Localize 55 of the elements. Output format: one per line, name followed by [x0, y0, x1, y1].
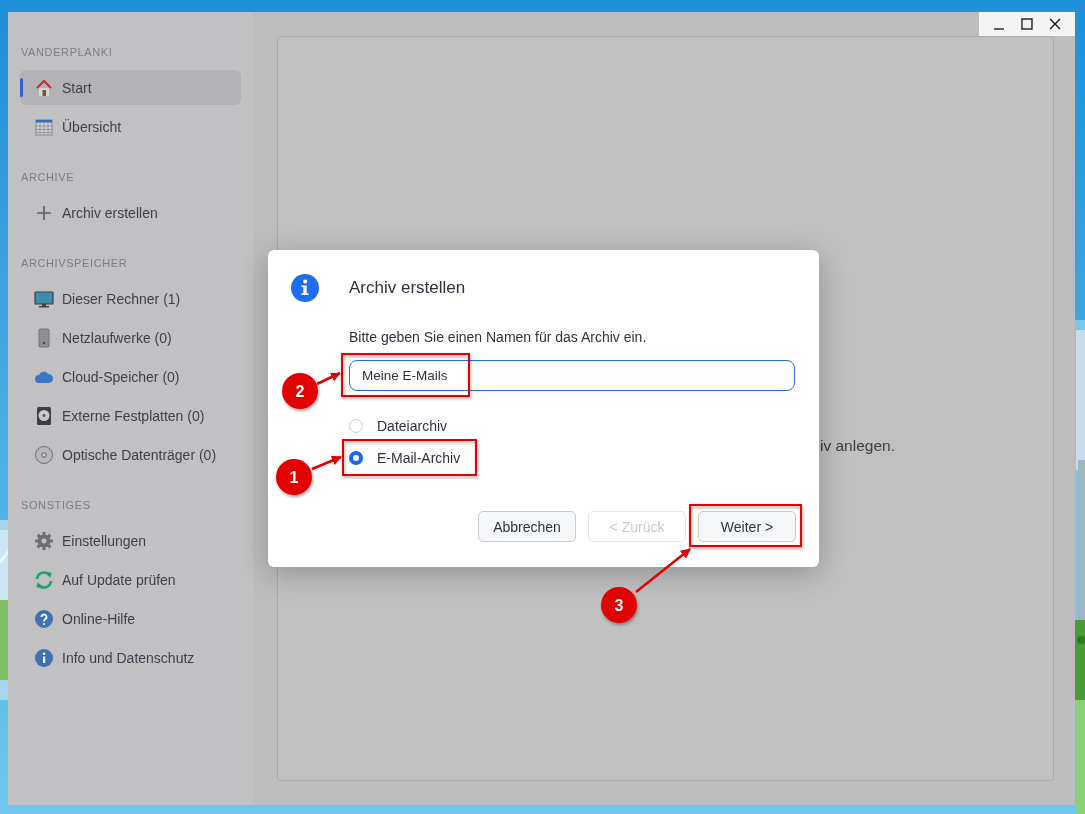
sidebar-item[interactable]: Auf Update prüfen [20, 562, 241, 597]
info-icon [291, 274, 319, 302]
sidebar-item[interactable]: Archiv erstellen [20, 195, 241, 230]
section-heading: SONSTIGES [20, 499, 92, 512]
sidebar-item[interactable]: Cloud-Speicher (0) [20, 359, 241, 394]
item-label: Archiv erstellen [62, 204, 158, 221]
close-icon [1048, 17, 1062, 31]
table-icon [34, 116, 54, 137]
sidebar-item[interactable]: Einstellungen [20, 523, 241, 558]
sidebar-item[interactable]: Dieser Rechner (1) [20, 281, 241, 316]
section-heading: ARCHIVSPEICHER [20, 257, 129, 270]
sidebar-item[interactable]: Externe Festplatten (0) [20, 398, 241, 433]
section-heading: VANDERPLANKI [20, 46, 114, 59]
maximize-icon [1020, 17, 1034, 31]
radio-button[interactable] [349, 451, 363, 465]
radio-label[interactable]: E-Mail-Archiv [377, 450, 461, 466]
item-label: Übersicht [62, 118, 122, 135]
item-label: Cloud-Speicher (0) [62, 368, 180, 385]
sidebar-item[interactable]: Optische Datenträger (0) [20, 437, 241, 472]
item-label: Netzlaufwerke (0) [62, 329, 172, 346]
dialog-title: Archiv erstellen [349, 278, 467, 298]
prompt-text: Bitte geben Sie einen Namen für das Archiv ein. [349, 329, 648, 345]
item-label: Online-Hilfe [62, 610, 136, 627]
callout-arrow [316, 371, 341, 386]
settings-icon [34, 530, 54, 551]
sidebar-item[interactable]: Übersicht [20, 109, 241, 144]
sidebar-item[interactable]: Info und Datenschutz [20, 640, 241, 675]
dialog-button[interactable]: Abbrechen [478, 511, 576, 542]
info-icon [34, 647, 54, 668]
radio-label[interactable]: Dateiarchiv [377, 418, 448, 434]
sidebar-item[interactable]: Netzlaufwerke (0) [20, 320, 241, 355]
callout-arrow [311, 455, 342, 471]
step-badge: 3 [601, 587, 637, 623]
step-badge: 2 [282, 373, 318, 409]
item-label: Start [62, 79, 92, 96]
item-label: Einstellungen [62, 532, 147, 549]
item-label: Optische Datenträger (0) [62, 446, 217, 463]
step-badge: 1 [276, 459, 312, 495]
help-icon [34, 608, 54, 629]
name-field[interactable]: Meine E-Mails [349, 360, 795, 391]
item-label: Info und Datenschutz [62, 649, 195, 666]
disc-icon [34, 444, 54, 465]
sidebar-item[interactable]: Start [20, 70, 241, 105]
minimize-icon [992, 28, 1006, 30]
hint-text: iv anlegen. [820, 437, 895, 454]
monitor-icon [34, 288, 54, 309]
item-label: Dieser Rechner (1) [62, 290, 181, 307]
refresh-icon [34, 569, 54, 590]
callout-arrow [635, 548, 691, 593]
item-label: Auf Update prüfen [62, 571, 176, 588]
sidebar-item[interactable]: Online-Hilfe [20, 601, 241, 636]
dialog-button[interactable]: Weiter > [698, 511, 796, 542]
house-icon [34, 77, 54, 98]
item-label: Externe Festplatten (0) [62, 407, 205, 424]
section-heading: ARCHIVE [20, 171, 76, 184]
